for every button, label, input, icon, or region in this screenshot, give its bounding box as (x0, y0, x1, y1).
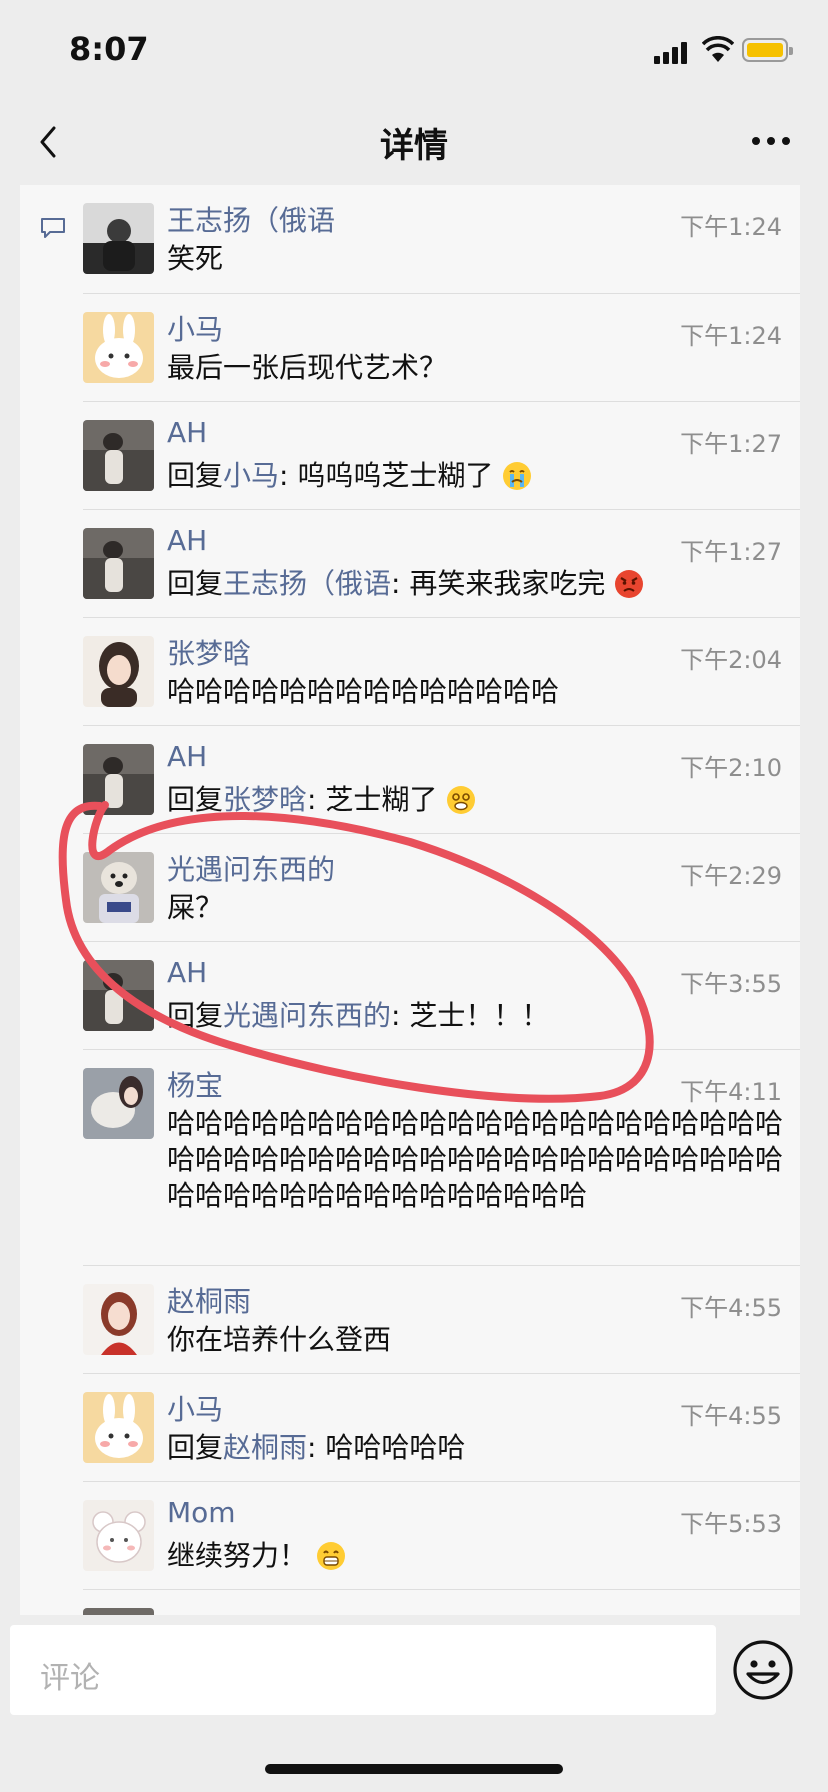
comment-item[interactable]: AH 下午3:55 回复光遇问东西的: 芝士！！！ (83, 941, 800, 1049)
reply-text: : 芝士糊了 (307, 783, 438, 816)
comment-text: 最后一张后现代艺术？ (167, 351, 448, 384)
comment-text: 回复张梦晗: 芝士糊了 (167, 782, 476, 818)
commenter-name[interactable]: AH (167, 524, 207, 557)
commenter-name[interactable]: AH (167, 956, 207, 989)
comment-time: 下午2:04 (680, 646, 782, 674)
dizzy-emoji-icon (447, 786, 476, 814)
comment-item[interactable]: 张梦晗 下午2:04 哈哈哈哈哈哈哈哈哈哈哈哈哈哈 (83, 617, 800, 725)
status-time: 8:07 (69, 30, 149, 68)
comment-item[interactable]: AH 下午1:27 回复王志扬（俄语: 再笑来我家吃完 (83, 509, 800, 617)
reply-label: 回复 (167, 459, 224, 492)
avatar[interactable] (83, 744, 154, 815)
comment-icon (41, 218, 65, 238)
comment-time: 下午1:27 (680, 538, 782, 566)
reply-text: : 芝士！！！ (391, 999, 550, 1032)
commenter-name[interactable]: 张梦晗 (167, 632, 251, 672)
comment-text: 你在培养什么登西 (167, 1323, 392, 1356)
reply-to-name[interactable]: 光遇问东西的 (223, 999, 391, 1032)
reply-text: : 哈哈哈哈哈 (307, 1431, 466, 1464)
avatar[interactable] (83, 1608, 154, 1615)
avatar[interactable] (83, 852, 154, 923)
commenter-name[interactable]: 光遇问东西的 (167, 848, 335, 888)
comment-item[interactable]: AH 下午2:10 回复张梦晗: 芝士糊了 (83, 725, 800, 833)
status-bar: 8:07 (0, 0, 828, 100)
comment-time: 下午5:53 (680, 1510, 782, 1538)
reply-to-name[interactable]: 王志扬（俄语 (223, 567, 391, 600)
comment-text: 回复王志扬（俄语: 再笑来我家吃完 (167, 566, 644, 602)
reply-label: 回复 (167, 1431, 224, 1464)
reply-text: : 呜呜呜芝士糊了 (279, 459, 494, 492)
comment-item[interactable]: 杨宝 下午4:11 哈哈哈哈哈哈哈哈哈哈哈哈哈哈哈哈哈哈哈哈哈哈哈哈哈哈哈哈哈哈… (83, 1049, 800, 1265)
comment-input-placeholder: 评论 (40, 1661, 100, 1696)
commenter-name[interactable]: 王志扬（俄语 (167, 199, 335, 239)
comment-input[interactable]: 评论 (10, 1625, 716, 1715)
comment-item[interactable]: AH 下午1:27 回复小马: 呜呜呜芝士糊了 (83, 401, 800, 509)
reply-to-name[interactable]: 小马 (223, 459, 279, 492)
commenter-name[interactable]: 杨宝 (167, 1064, 223, 1104)
comment-time: 下午1:24 (680, 322, 782, 350)
more-options-icon[interactable] (752, 134, 792, 148)
reply-text: : 再笑来我家吃完 (391, 567, 606, 600)
home-indicator (265, 1764, 563, 1774)
comment-text: 回复赵桐雨: 哈哈哈哈哈 (167, 1430, 465, 1466)
comment-item[interactable]: 王志扬（俄语 下午1:24 笑死 (83, 185, 800, 293)
avatar[interactable] (83, 203, 154, 274)
comment-item[interactable]: 小马 下午4:55 回复赵桐雨: 哈哈哈哈哈 (83, 1373, 800, 1481)
avatar[interactable] (83, 1392, 154, 1463)
page-title: 详情 (380, 126, 448, 166)
avatar[interactable] (83, 312, 154, 383)
crying-emoji-icon (503, 462, 532, 490)
comment-input-bar: 评论 (0, 1615, 828, 1725)
comment-item[interactable]: 小马 下午1:24 最后一张后现代艺术？ (83, 293, 800, 401)
reply-to-name[interactable]: 赵桐雨 (223, 1431, 307, 1464)
comment-time: 下午1:27 (680, 430, 782, 458)
avatar[interactable] (83, 1284, 154, 1355)
commenter-name[interactable]: 小马 (167, 1388, 223, 1428)
angry-emoji-icon (615, 570, 644, 598)
reply-label: 回复 (167, 567, 224, 600)
comment-text: 哈哈哈哈哈哈哈哈哈哈哈哈哈哈哈哈哈哈哈哈哈哈哈哈哈哈哈哈哈哈哈哈哈哈哈哈哈哈哈哈… (167, 1107, 784, 1212)
reply-to-name[interactable]: 张梦晗 (223, 783, 307, 816)
commenter-name[interactable]: AH (167, 740, 207, 773)
comment-time: 下午3:55 (680, 970, 782, 998)
comment-text: 哈哈哈哈哈哈哈哈哈哈哈哈哈哈 (167, 675, 560, 708)
commenter-name[interactable]: 赵桐雨 (167, 1280, 251, 1320)
avatar[interactable] (83, 528, 154, 599)
comment-text: 笑死 (167, 242, 224, 275)
comment-time: 下午1:24 (680, 213, 782, 241)
commenter-name[interactable]: Mom (167, 1496, 236, 1529)
avatar[interactable] (83, 960, 154, 1031)
wifi-icon (702, 36, 734, 62)
comment-item[interactable]: 赵桐雨 下午4:55 你在培养什么登西 (83, 1265, 800, 1373)
comments-panel: 王志扬（俄语 下午1:24 笑死 小马 下午1:24 最后一张后现代艺术？ AH… (20, 185, 800, 1615)
comment-item[interactable]: 光遇问东西的 下午2:29 屎？ (83, 833, 800, 941)
commenter-name[interactable]: 小马 (167, 308, 223, 348)
comment-time: 下午4:55 (680, 1294, 782, 1322)
navigation-bar: 详情 (0, 100, 828, 184)
comment-text: 屎？ (167, 891, 224, 924)
comment-text: 回复光遇问东西的: 芝士！！！ (167, 998, 549, 1034)
comment-item[interactable]: Mom 下午5:53 继续努力！ (83, 1481, 800, 1589)
grin-emoji-icon (316, 1542, 345, 1570)
comment-time: 下午4:11 (680, 1078, 782, 1106)
avatar[interactable] (83, 420, 154, 491)
comment-time: 下午4:55 (680, 1402, 782, 1430)
reply-label: 回复 (167, 783, 224, 816)
emoji-button-icon[interactable] (730, 1637, 796, 1703)
comment-time: 下午2:29 (680, 862, 782, 890)
avatar[interactable] (83, 1068, 154, 1139)
commenter-name[interactable]: AH (167, 416, 207, 449)
cellular-signal-icon (654, 40, 694, 64)
reply-label: 回复 (167, 999, 224, 1032)
comment-time: 下午2:10 (680, 754, 782, 782)
battery-icon (742, 38, 793, 62)
avatar[interactable] (83, 636, 154, 707)
comment-text: 回复小马: 呜呜呜芝士糊了 (167, 458, 532, 494)
comment-text: 继续努力！ (167, 1538, 346, 1574)
comment-item[interactable] (83, 1589, 800, 1615)
avatar[interactable] (83, 1500, 154, 1571)
comment-text-body: 继续努力！ (167, 1539, 308, 1572)
